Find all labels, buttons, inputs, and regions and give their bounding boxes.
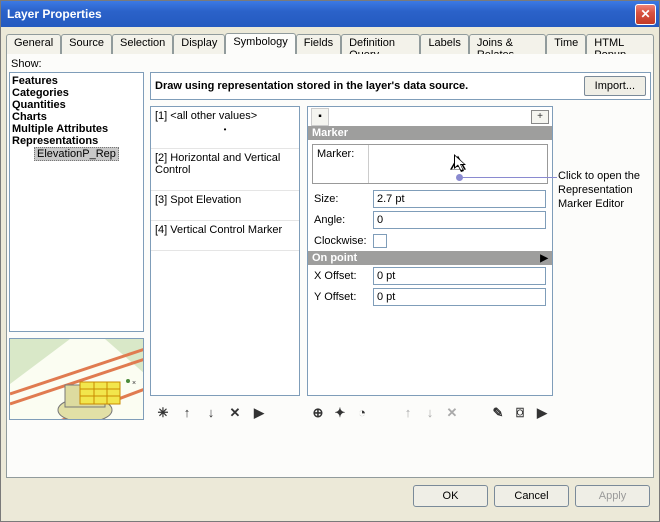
marker-preview-box: Marker:: [312, 144, 548, 184]
angle-label: Angle:: [308, 214, 373, 226]
x-offset-input[interactable]: 0 pt: [373, 267, 546, 285]
show-tree[interactable]: Features Categories Quantities Charts Mu…: [9, 72, 144, 332]
size-input[interactable]: 2.7 pt: [373, 190, 546, 208]
layer-delete-icon[interactable]: ✕: [443, 404, 461, 422]
symbol-toolbar: ✳ ↑ ↓ ✕ ▶: [150, 402, 300, 423]
cylinder-icon[interactable]: ⌼: [511, 404, 529, 422]
apply-button[interactable]: Apply: [575, 485, 650, 507]
add-unit-icon[interactable]: ⊕: [309, 404, 327, 422]
effects-icon[interactable]: ◔: [353, 404, 371, 422]
symbol-entry-2-label: [2] Horizontal and Vertical Control: [155, 152, 280, 176]
eraser-icon[interactable]: ✎: [489, 404, 507, 422]
tree-multiple-attributes[interactable]: Multiple Attributes: [12, 123, 141, 135]
show-label: Show:: [11, 58, 42, 70]
ok-button[interactable]: OK: [413, 485, 488, 507]
delete-rule-icon[interactable]: ✕: [226, 404, 244, 422]
add-effect-icon[interactable]: ✦: [331, 404, 349, 422]
tree-categories[interactable]: Categories: [12, 87, 141, 99]
annotation-text: Click to open the Representation Marker …: [558, 170, 646, 211]
symbol-list[interactable]: [1] <all other values>• [2] Horizontal a…: [150, 106, 300, 396]
options-icon[interactable]: ▶: [250, 404, 268, 422]
symbol-entry-1[interactable]: [1] <all other values>•: [151, 107, 299, 149]
titlebar: Layer Properties ✕: [1, 1, 659, 27]
tree-quantities[interactable]: Quantities: [12, 99, 141, 111]
angle-input[interactable]: 0: [373, 211, 546, 229]
run-icon[interactable]: ▶: [533, 404, 551, 422]
symbol-entry-3[interactable]: [3] Spot Elevation: [151, 191, 299, 221]
svg-text:×: ×: [132, 380, 136, 387]
layer-up-icon[interactable]: ↑: [399, 404, 417, 422]
add-layer-icon[interactable]: +: [531, 110, 549, 124]
symbol-entry-3-label: [3] Spot Elevation: [155, 194, 241, 206]
y-offset-label: Y Offset:: [308, 291, 373, 303]
window-title: Layer Properties: [7, 7, 102, 21]
move-up-icon[interactable]: ↑: [178, 404, 196, 422]
x-offset-label: X Offset:: [308, 270, 373, 282]
tree-child[interactable]: ElevationP_Rep: [34, 147, 141, 161]
instruction-bar: Draw using representation stored in the …: [150, 72, 651, 100]
marker-section-header: Marker: [308, 126, 552, 140]
layer-down-icon[interactable]: ↓: [421, 404, 439, 422]
y-offset-input[interactable]: 0 pt: [373, 288, 546, 306]
clockwise-checkbox[interactable]: [373, 234, 387, 248]
onpoint-section-header: On point ▶: [308, 251, 552, 265]
annotation-line: [460, 177, 557, 178]
instruction-text: Draw using representation stored in the …: [155, 80, 468, 92]
symbol-entry-4-label: [4] Vertical Control Marker: [155, 224, 282, 236]
size-label: Size:: [308, 193, 373, 205]
new-rule-icon[interactable]: ✳: [154, 404, 172, 422]
cancel-button[interactable]: Cancel: [494, 485, 569, 507]
tree-features[interactable]: Features: [12, 75, 141, 87]
properties-toolbar: ⊕ ✦ ◔ ↑ ↓ ✕ ✎ ⌼ ▶: [307, 402, 553, 423]
onpoint-menu-icon[interactable]: ▶: [540, 253, 548, 264]
tree-charts[interactable]: Charts: [12, 111, 141, 123]
layer-type-icon[interactable]: ▪: [311, 108, 329, 126]
close-icon[interactable]: ✕: [635, 4, 656, 25]
marker-label: Marker:: [317, 148, 354, 160]
import-button[interactable]: Import...: [584, 76, 646, 96]
clockwise-label: Clockwise:: [308, 235, 373, 247]
tree-representations[interactable]: Representations: [12, 135, 141, 147]
move-down-icon[interactable]: ↓: [202, 404, 220, 422]
layer-thumbnail: ×: [9, 338, 144, 420]
tree-child-label: ElevationP_Rep: [34, 147, 119, 161]
symbol-entry-4[interactable]: [4] Vertical Control Marker: [151, 221, 299, 251]
symbol-entry-1-label: [1] <all other values>: [155, 110, 257, 122]
properties-pane: ▪ + Marker Marker: Size:2.7 pt Angle:0 C: [307, 106, 553, 396]
symbol-entry-2[interactable]: [2] Horizontal and Vertical Control: [151, 149, 299, 191]
